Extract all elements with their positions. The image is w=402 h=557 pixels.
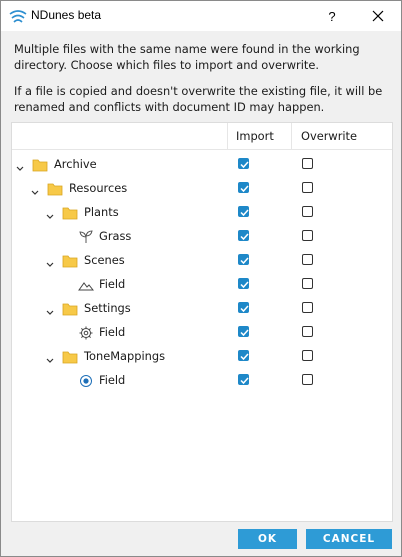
- tree-row-label: Field: [99, 325, 126, 339]
- folder-icon: [62, 349, 78, 364]
- tree-row-label: Grass: [99, 229, 132, 243]
- import-checkbox[interactable]: [238, 182, 249, 193]
- tree-row-label: Scenes: [84, 253, 125, 267]
- tree-row-label: ToneMappings: [84, 349, 166, 363]
- table-header: Import Overwrite: [12, 123, 392, 150]
- info-text-1: Multiple files with the same name were f…: [14, 42, 360, 72]
- terrain-icon: [78, 277, 95, 291]
- folder-icon: [32, 157, 48, 172]
- chevron-down-icon[interactable]: [15, 159, 25, 171]
- target-icon: [78, 373, 94, 387]
- tree-row-archive[interactable]: Archive: [12, 153, 392, 177]
- cancel-button[interactable]: CANCEL: [306, 529, 392, 549]
- import-checkbox[interactable]: [238, 278, 249, 289]
- chevron-down-icon[interactable]: [30, 183, 40, 195]
- ok-button[interactable]: OK: [238, 529, 297, 549]
- tree-row-settings[interactable]: Settings: [12, 297, 392, 321]
- tree-row-tonemapping-field[interactable]: Field: [12, 369, 392, 393]
- overwrite-checkbox[interactable]: [302, 230, 313, 241]
- close-icon: [372, 10, 384, 22]
- tree-row-label: Plants: [84, 205, 119, 219]
- overwrite-checkbox[interactable]: [302, 206, 313, 217]
- import-checkbox[interactable]: [238, 230, 249, 241]
- tree-row-settings-field[interactable]: Field: [12, 321, 392, 345]
- overwrite-checkbox[interactable]: [302, 182, 313, 193]
- info-text-2: If a file is copied and doesn't overwrit…: [14, 84, 383, 114]
- overwrite-checkbox[interactable]: [302, 326, 313, 337]
- file-tree-table: Import Overwrite Archive Resources Plant…: [11, 122, 393, 522]
- tree-row-label: Field: [99, 373, 126, 387]
- tree-row-label: Archive: [54, 157, 97, 171]
- folder-icon: [62, 301, 78, 316]
- title-bar[interactable]: NDunes beta ?: [1, 1, 401, 31]
- import-dialog: NDunes beta ? Multiple files with the sa…: [0, 0, 402, 557]
- chevron-down-icon[interactable]: [45, 351, 55, 363]
- tree-row-grass[interactable]: Grass: [12, 225, 392, 249]
- overwrite-checkbox[interactable]: [302, 158, 313, 169]
- tree-row-plants[interactable]: Plants: [12, 201, 392, 225]
- plant-icon: [78, 229, 94, 243]
- tree-row-scenes[interactable]: Scenes: [12, 249, 392, 273]
- chevron-down-icon[interactable]: [45, 207, 55, 219]
- import-checkbox[interactable]: [238, 302, 249, 313]
- overwrite-checkbox[interactable]: [302, 278, 313, 289]
- import-checkbox[interactable]: [238, 350, 249, 361]
- gear-icon: [78, 325, 94, 340]
- import-checkbox[interactable]: [238, 158, 249, 169]
- window-title: NDunes beta: [31, 8, 102, 22]
- import-checkbox[interactable]: [238, 374, 249, 385]
- overwrite-checkbox[interactable]: [302, 254, 313, 265]
- tree-row-resources[interactable]: Resources: [12, 177, 392, 201]
- tree-row-label: Field: [99, 277, 126, 291]
- tree-row-label: Settings: [84, 301, 131, 315]
- import-checkbox[interactable]: [238, 326, 249, 337]
- overwrite-checkbox[interactable]: [302, 350, 313, 361]
- folder-icon: [62, 253, 78, 268]
- close-button[interactable]: [355, 1, 401, 31]
- tree-row-tonemappings[interactable]: ToneMappings: [12, 345, 392, 369]
- column-divider: [227, 123, 228, 149]
- overwrite-checkbox[interactable]: [302, 374, 313, 385]
- help-button[interactable]: ?: [309, 1, 355, 31]
- import-checkbox[interactable]: [238, 206, 249, 217]
- tree-row-label: Resources: [69, 181, 128, 195]
- column-divider: [291, 123, 292, 149]
- import-checkbox[interactable]: [238, 254, 249, 265]
- overwrite-checkbox[interactable]: [302, 302, 313, 313]
- chevron-down-icon[interactable]: [45, 255, 55, 267]
- folder-icon: [62, 205, 78, 220]
- tree-row-scene-field[interactable]: Field: [12, 273, 392, 297]
- column-header-overwrite[interactable]: Overwrite: [301, 129, 357, 143]
- column-header-import[interactable]: Import: [236, 129, 274, 143]
- chevron-down-icon[interactable]: [45, 303, 55, 315]
- app-logo-icon: [9, 8, 27, 24]
- folder-icon: [47, 181, 63, 196]
